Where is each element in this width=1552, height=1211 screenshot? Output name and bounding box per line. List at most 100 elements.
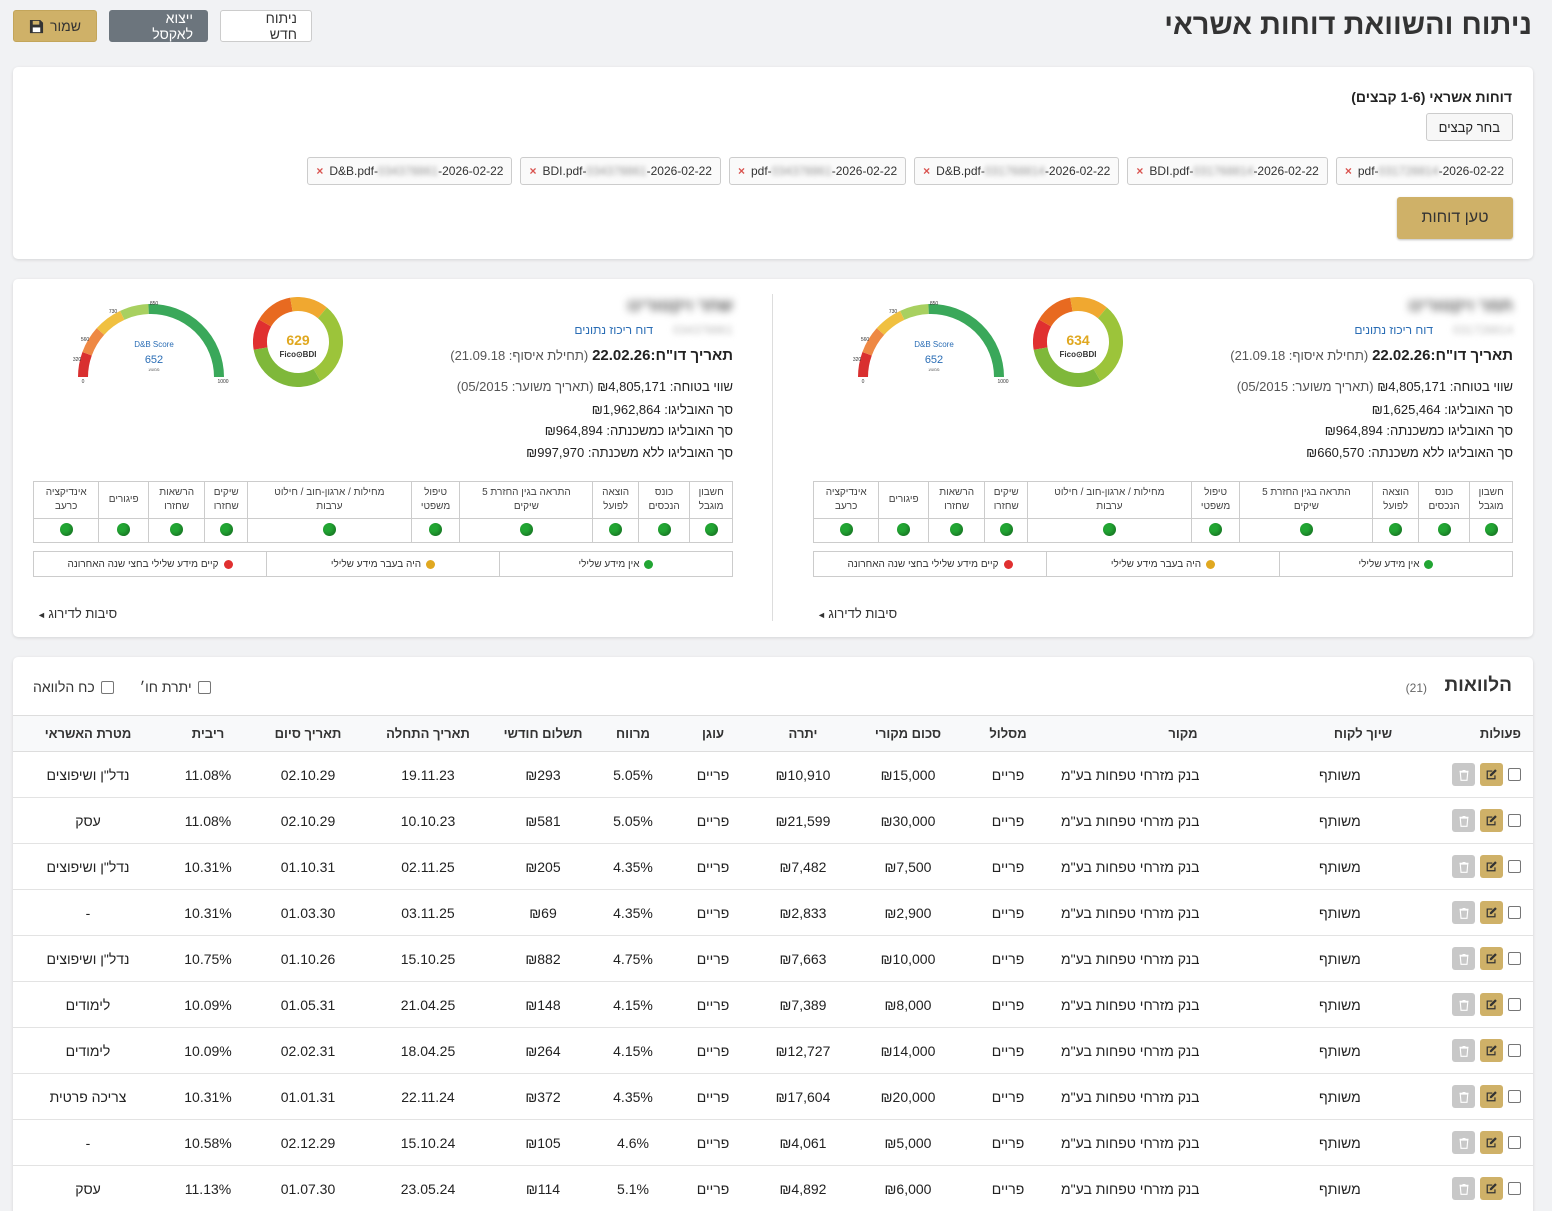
legend-yellow-dot-icon — [426, 559, 436, 569]
filter-loan-power-checkbox[interactable] — [100, 680, 114, 694]
delete-button[interactable] — [1452, 1039, 1475, 1062]
column-header[interactable]: סכום מקורי — [853, 715, 963, 752]
edit-button[interactable] — [1480, 993, 1503, 1016]
rating-reasons-toggle[interactable]: סיבות לדירוג ◄ — [813, 606, 897, 621]
summary-report-link[interactable]: דוח ריכוז נתונים — [1354, 323, 1433, 337]
cell-monthly-payment: ₪372 — [493, 1073, 593, 1120]
save-button[interactable]: שמור — [13, 10, 97, 42]
edit-button[interactable] — [1480, 947, 1503, 970]
remove-file-icon[interactable]: × — [738, 164, 745, 178]
status-green-dot-icon — [322, 522, 336, 536]
load-reports-button[interactable]: טען דוחות — [1397, 197, 1513, 239]
delete-button[interactable] — [1452, 1177, 1475, 1200]
delete-button[interactable] — [1452, 855, 1475, 878]
table-row: משותף בנק מזרחי טפחות בע"מ פריים ₪10,000 ₪7,… — [13, 935, 1533, 982]
edit-button[interactable] — [1480, 809, 1503, 832]
choose-files-button[interactable]: בחר קבצים — [1425, 113, 1513, 141]
remove-file-icon[interactable]: × — [1345, 164, 1352, 178]
status-green-dot-icon — [704, 522, 718, 536]
column-header[interactable]: מרווח — [593, 715, 673, 752]
column-header[interactable]: שיוך לקוח — [1313, 715, 1413, 752]
collect-start: (תחילת איסוף: 21.09.18) — [1230, 348, 1369, 363]
column-header[interactable]: תאריך סיום — [253, 715, 363, 752]
edit-button[interactable] — [1480, 855, 1503, 878]
row-select-checkbox[interactable] — [1508, 1182, 1521, 1195]
column-header[interactable]: מטרת האשראי — [13, 715, 163, 752]
cell-balance: ₪7,663 — [753, 935, 853, 982]
row-select-checkbox[interactable] — [1508, 998, 1521, 1011]
edit-button[interactable] — [1480, 1085, 1503, 1108]
row-select-checkbox[interactable] — [1508, 952, 1521, 965]
remove-file-icon[interactable]: × — [1136, 164, 1143, 178]
cell-interest-rate: 10.09% — [163, 981, 253, 1028]
obligo-label: סך האובליגו: — [664, 402, 733, 417]
filter-loan-power-label: כח הלוואה — [33, 679, 95, 695]
status-green-dot-icon — [59, 522, 73, 536]
status-green-dot-icon — [429, 522, 443, 536]
row-select-checkbox[interactable] — [1508, 906, 1521, 919]
cell-track: פריים — [963, 935, 1053, 982]
filter-balance[interactable]: יתרת חו׳ — [140, 679, 211, 695]
cell-credit-purpose: עסק — [13, 797, 163, 844]
cell-client-assignment: משותף — [1313, 1165, 1413, 1211]
filter-balance-checkbox[interactable] — [197, 680, 211, 694]
indicator-status — [410, 518, 461, 543]
summary-report-link[interactable]: דוח ריכוז נתונים — [574, 323, 653, 337]
delete-button[interactable] — [1452, 901, 1475, 924]
row-select-checkbox[interactable] — [1508, 1044, 1521, 1057]
client-id: 034378861 — [672, 323, 733, 337]
legend-green-label: אין מידע שלילי — [578, 558, 640, 570]
remove-file-icon[interactable]: × — [316, 164, 323, 178]
remove-file-icon[interactable]: × — [529, 164, 536, 178]
rating-reasons-toggle[interactable]: סיבות לדירוג ◄ — [33, 606, 117, 621]
delete-button[interactable] — [1452, 763, 1475, 786]
indicator-label-line2: הנכסים — [1428, 501, 1460, 512]
db-gauge-segment — [78, 352, 92, 378]
indicator-label-line1: פיגורים — [888, 494, 919, 505]
column-header[interactable]: תאריך התחלה — [363, 715, 493, 752]
indicator-label-line2: מוגבל — [1478, 501, 1504, 512]
row-select-checkbox[interactable] — [1508, 1090, 1521, 1103]
cell-start-date: 15.10.25 — [363, 935, 493, 982]
edit-button[interactable] — [1480, 1039, 1503, 1062]
legend-yellow-label: היה בעבר מידע שלילי — [330, 558, 422, 570]
indicator-label-line2: לפועל — [1383, 501, 1409, 512]
row-select-checkbox[interactable] — [1508, 1136, 1521, 1149]
delete-button[interactable] — [1452, 1085, 1475, 1108]
indicator-header: הרשאות שחזרו — [147, 481, 206, 519]
edit-button[interactable] — [1480, 1177, 1503, 1200]
column-header[interactable]: תשלום חודשי — [493, 715, 593, 752]
indicator-label-line2: שחזרו — [944, 501, 970, 512]
delete-button[interactable] — [1452, 947, 1475, 970]
report-panel-2: שחר ויקטורינו 034378861 דוח ריכוז נתונים תא… — [32, 279, 733, 637]
edit-button[interactable] — [1480, 763, 1503, 786]
edit-button[interactable] — [1480, 1131, 1503, 1154]
row-select-checkbox[interactable] — [1508, 814, 1521, 827]
gauge-tick-label: 320 — [853, 357, 862, 363]
filter-loan-power[interactable]: כח הלוואה — [33, 679, 114, 695]
column-header[interactable]: מקור — [1053, 715, 1313, 752]
remove-file-icon[interactable]: × — [923, 164, 930, 178]
export-excel-button[interactable]: ייצוא לאקסל — [109, 10, 208, 42]
file-name-date: -2026-02-22 — [646, 164, 712, 178]
new-analysis-button[interactable]: ניתוח חדש — [220, 10, 312, 42]
delete-button[interactable] — [1452, 1131, 1475, 1154]
edit-button[interactable] — [1480, 901, 1503, 924]
delete-button[interactable] — [1452, 993, 1475, 1016]
row-select-checkbox[interactable] — [1508, 860, 1521, 873]
cell-end-date: 02.10.29 — [253, 797, 363, 844]
indicators-table: חשבון מוגבל כונס הנכסים הוצאה לפועל התראה בגין… — [812, 481, 1513, 543]
column-header[interactable]: פעולות — [1413, 715, 1533, 752]
delete-button[interactable] — [1452, 809, 1475, 832]
cell-start-date: 23.05.24 — [363, 1165, 493, 1211]
column-header[interactable]: ריבית — [163, 715, 253, 752]
column-header[interactable]: מסלול — [963, 715, 1053, 752]
indicator-header: שיקים שחזרו — [984, 481, 1029, 519]
fico-score-donut: 634 Fico⊙BDI — [1033, 297, 1123, 387]
column-header[interactable]: יתרה — [753, 715, 853, 752]
reports-card: תמר ויקטורינו 031728814 דוח ריכוז נתונים תא… — [13, 279, 1533, 637]
row-select-checkbox[interactable] — [1508, 768, 1521, 781]
indicator-header: חשבון מוגבל — [1469, 481, 1513, 519]
status-green-dot-icon — [519, 522, 533, 536]
column-header[interactable]: עוגן — [673, 715, 753, 752]
